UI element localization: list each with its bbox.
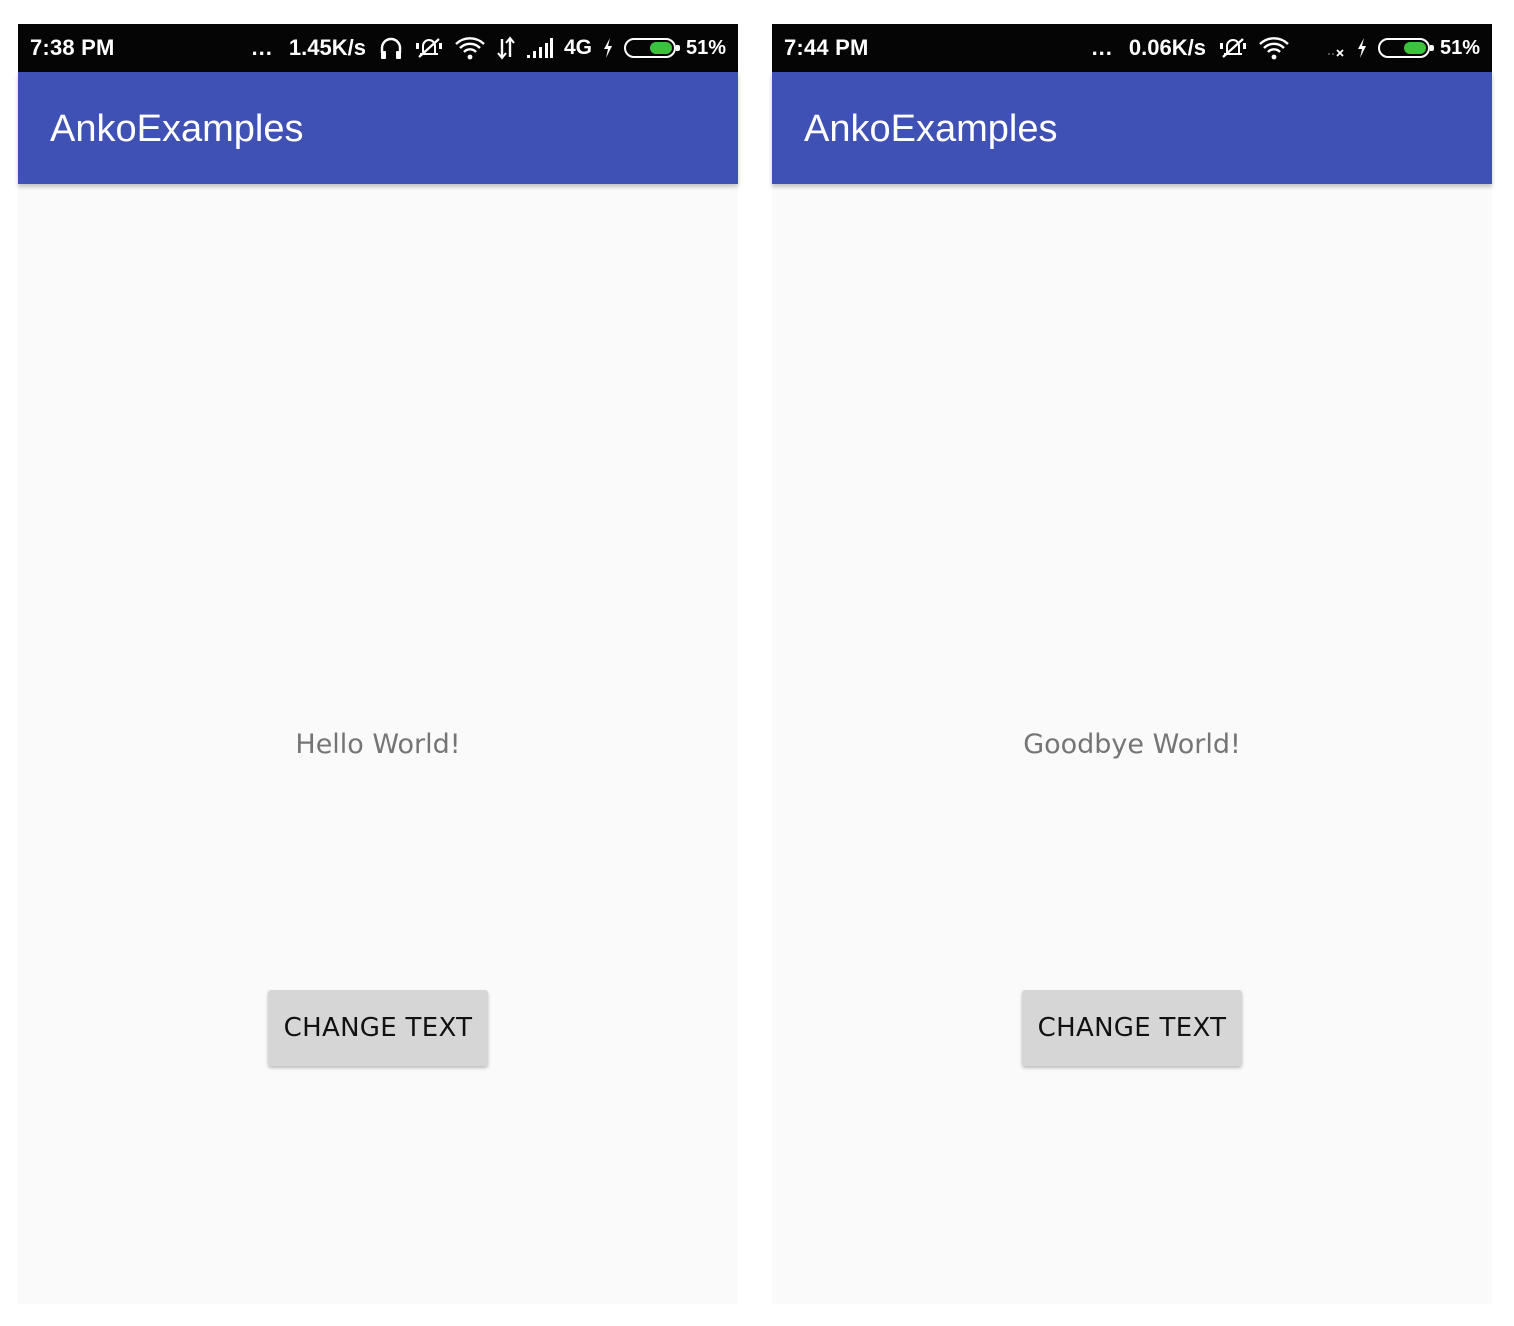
status-bar: 7:38 PM ... 1.45K/s 4G 51%	[18, 24, 738, 72]
battery-percent: 51%	[1439, 36, 1480, 59]
status-indicators: ... 0.06K/s 51%	[1092, 24, 1480, 72]
change-text-button[interactable]: CHANGE TEXT	[1022, 990, 1242, 1066]
message-text: Hello World!	[295, 729, 461, 760]
main-content: Hello World! CHANGE TEXT	[18, 184, 738, 1304]
no-signal-icon	[1326, 35, 1346, 61]
data-arrows-icon	[496, 35, 516, 61]
network-speed: 0.06K/s	[1128, 35, 1206, 60]
status-time: 7:44 PM	[784, 35, 869, 60]
phone-screen-before: 7:38 PM ... 1.45K/s 4G 51% AnkoExamples …	[18, 24, 738, 1304]
battery-icon	[1377, 38, 1434, 58]
phone-screen-after: 7:44 PM ... 0.06K/s 51% AnkoExamples Goo…	[772, 24, 1492, 1304]
charging-icon	[602, 37, 614, 59]
app-title: AnkoExamples	[50, 108, 304, 150]
wifi-icon	[454, 35, 486, 61]
screenshot-comparison: 7:38 PM ... 1.45K/s 4G 51% AnkoExamples …	[0, 0, 1514, 1326]
notification-overflow-dots: ...	[1091, 35, 1113, 60]
battery-percent: 51%	[685, 36, 726, 59]
app-bar: AnkoExamples	[18, 72, 738, 184]
battery-icon	[623, 38, 680, 58]
status-indicators: ... 1.45K/s 4G 51%	[252, 24, 726, 72]
message-text: Goodbye World!	[1023, 729, 1241, 760]
notification-overflow-dots: ...	[251, 35, 273, 60]
wifi-icon	[1258, 35, 1290, 61]
headphones-icon	[378, 35, 404, 61]
battery-level-fill	[1403, 42, 1426, 54]
network-type: 4G	[563, 36, 592, 59]
app-title: AnkoExamples	[804, 108, 1058, 150]
mute-icon	[1218, 35, 1248, 61]
charging-icon	[1356, 37, 1368, 59]
main-content: Goodbye World! CHANGE TEXT	[772, 184, 1492, 1304]
mute-icon	[414, 35, 444, 61]
network-speed: 1.45K/s	[288, 35, 366, 60]
change-text-button[interactable]: CHANGE TEXT	[268, 990, 488, 1066]
battery-level-fill	[649, 42, 672, 54]
status-time: 7:38 PM	[30, 35, 115, 60]
cell-signal-icon	[526, 35, 554, 61]
app-bar: AnkoExamples	[772, 72, 1492, 184]
status-bar: 7:44 PM ... 0.06K/s 51%	[772, 24, 1492, 72]
